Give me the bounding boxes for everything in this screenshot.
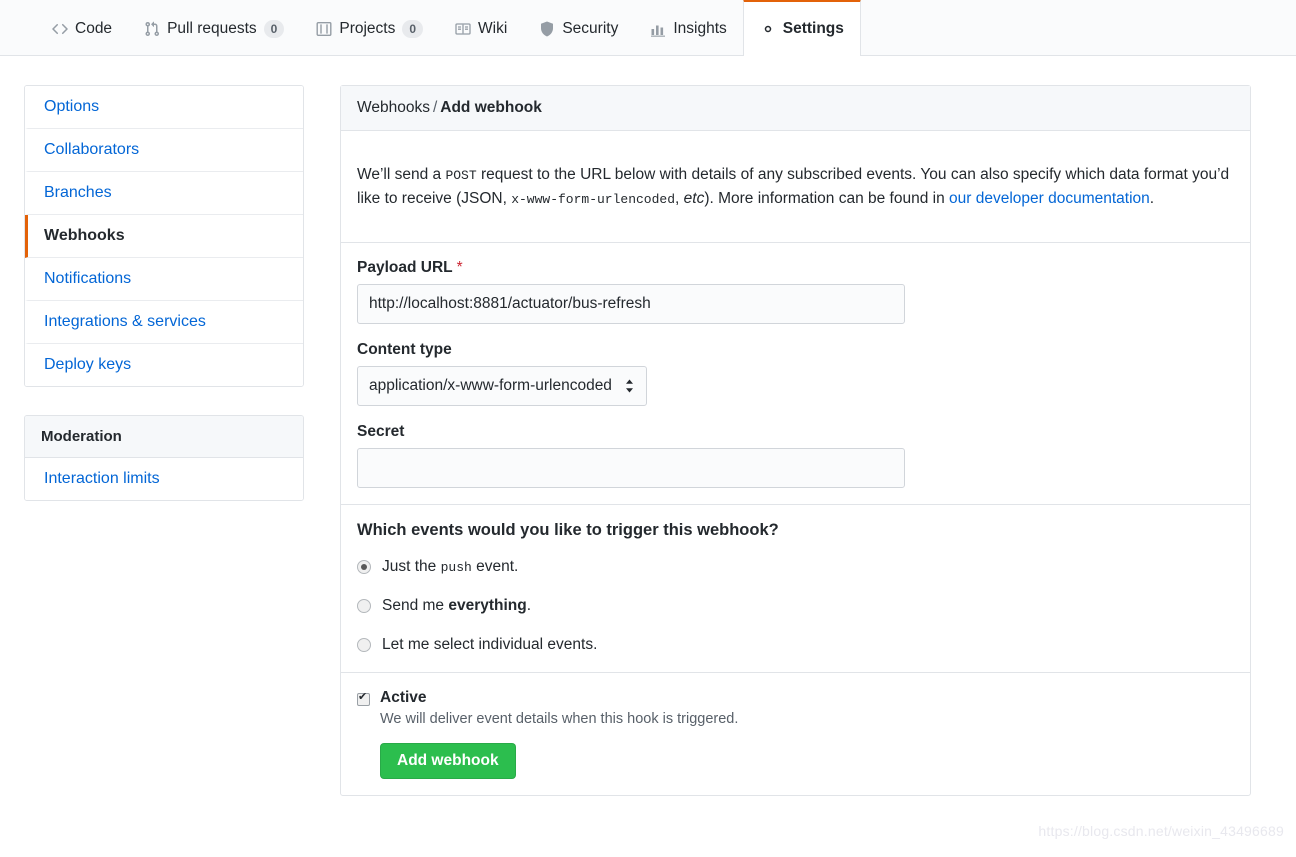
events-question: Which events would you like to trigger t… [357, 521, 779, 540]
sidebar-item-deploy-keys[interactable]: Deploy keys [25, 344, 303, 386]
book-icon [455, 21, 471, 37]
tab-security[interactable]: Security [523, 0, 634, 55]
content-type-selected-value: application/x-www-form-urlencoded [369, 377, 612, 395]
tab-code-label: Code [75, 19, 113, 37]
intro-code-post: POST [445, 167, 477, 183]
content-type-label: Content type [357, 341, 452, 359]
moderation-heading: Moderation [25, 416, 303, 458]
active-text-group: Active We will deliver event details whe… [380, 689, 739, 780]
radio-individual-events[interactable] [357, 638, 371, 653]
intro-part4: ). More information can be found in [704, 189, 950, 207]
tab-code[interactable]: Code [36, 0, 128, 55]
breadcrumb-separator: / [432, 99, 438, 116]
intro-part5: . [1149, 189, 1155, 207]
event-option-everything[interactable]: Send me everything. [357, 597, 1234, 615]
code-icon [52, 21, 68, 37]
tab-wiki[interactable]: Wiki [439, 0, 523, 55]
chevron-updown-icon [624, 378, 635, 394]
csdn-watermark: https://blog.csdn.net/weixin_43496689 [1038, 823, 1284, 839]
breadcrumb-current: Add webhook [440, 99, 542, 116]
shield-icon [539, 21, 555, 37]
sidebar-item-interaction-limits[interactable]: Interaction limits [25, 458, 303, 500]
sidebar-item-webhooks[interactable]: Webhooks [25, 215, 303, 258]
sidebar-item-options[interactable]: Options [25, 86, 303, 129]
radio-everything[interactable] [357, 599, 371, 614]
intro-text: We’ll send a POST request to the URL bel… [357, 163, 1234, 211]
content-type-select[interactable]: application/x-www-form-urlencoded [357, 366, 647, 407]
radio-just-push[interactable] [357, 560, 371, 575]
event-option-everything-label: Send me everything. [382, 597, 531, 615]
everything-prefix: Send me [382, 597, 449, 615]
secret-input[interactable] [357, 448, 905, 489]
event-option-individual[interactable]: Let me select individual events. [357, 636, 1234, 654]
add-webhook-box: Webhooks / Add webhook We’ll send a POST r… [340, 85, 1251, 797]
git-pull-request-icon [144, 21, 160, 37]
payload-url-label: Payload URL * [357, 259, 1234, 277]
tab-pull-requests-counter: 0 [263, 19, 285, 38]
sidebar-item-branches[interactable]: Branches [25, 172, 303, 215]
settings-menu-primary: Options Collaborators Branches Webhooks … [24, 85, 304, 387]
tab-projects[interactable]: Projects 0 [300, 0, 439, 55]
fields-row: Payload URL * Content type application/x… [341, 243, 1250, 506]
payload-url-input[interactable] [357, 284, 905, 325]
payload-url-required-marker: * [456, 259, 463, 277]
sidebar-item-integrations[interactable]: Integrations & services [25, 301, 303, 344]
sidebar-item-notifications[interactable]: Notifications [25, 258, 303, 301]
just-push-prefix: Just the [382, 558, 441, 576]
just-push-code: push [440, 560, 472, 576]
breadcrumb: Webhooks / Add webhook [341, 86, 1250, 131]
event-option-just-push-label: Just the push event. [382, 558, 518, 576]
tab-settings[interactable]: Settings [742, 0, 861, 56]
intro-part3: , [675, 189, 684, 207]
developer-documentation-link[interactable]: our developer documentation [949, 190, 1150, 207]
payload-url-label-text: Payload URL [357, 259, 453, 277]
active-checkbox[interactable] [357, 691, 370, 707]
events-row: Which events would you like to trigger t… [341, 505, 1250, 674]
webhook-form-panel: Webhooks / Add webhook We’ll send a POST r… [340, 85, 1251, 797]
intro-code-urlencoded: x-www-form-urlencoded [511, 191, 676, 207]
active-label: Active [380, 689, 427, 707]
active-checkbox-row[interactable]: Active We will deliver event details whe… [357, 689, 1234, 780]
secret-label: Secret [357, 423, 405, 441]
breadcrumb-webhooks-link[interactable]: Webhooks [357, 99, 430, 116]
everything-suffix: . [526, 597, 532, 615]
settings-menu-moderation: Moderation Interaction limits [24, 415, 304, 501]
event-option-individual-label: Let me select individual events. [382, 636, 598, 654]
event-option-just-push[interactable]: Just the push event. [357, 558, 1234, 576]
just-push-suffix: event. [471, 558, 519, 576]
tab-projects-label: Projects [339, 19, 396, 37]
tab-pull-requests-label: Pull requests [167, 19, 257, 37]
sidebar-item-collaborators[interactable]: Collaborators [25, 129, 303, 172]
intro-part1: We’ll send a [357, 165, 446, 183]
gear-icon [760, 21, 776, 37]
content-type-field-block: Content type application/x-www-form-urle… [357, 341, 1234, 407]
tab-insights[interactable]: Insights [634, 0, 742, 55]
graph-icon [650, 21, 666, 37]
settings-sidebar: Options Collaborators Branches Webhooks … [24, 85, 304, 501]
intro-row: We’ll send a POST request to the URL bel… [341, 131, 1250, 244]
repo-nav: Code Pull requests 0 Projects 0 Wiki Sec… [0, 0, 1296, 56]
active-row: Active We will deliver event details whe… [341, 673, 1250, 795]
project-board-icon [316, 21, 332, 37]
tab-settings-label: Settings [782, 20, 844, 37]
tab-wiki-label: Wiki [478, 19, 508, 37]
everything-strong: everything [448, 597, 527, 615]
active-description: We will deliver event details when this … [380, 711, 739, 728]
tab-pull-requests[interactable]: Pull requests 0 [128, 0, 300, 55]
tab-security-label: Security [562, 19, 619, 37]
payload-url-field-block: Payload URL * [357, 259, 1234, 325]
add-webhook-button[interactable]: Add webhook [380, 743, 516, 780]
tab-projects-counter: 0 [402, 19, 424, 38]
tab-insights-label: Insights [673, 19, 727, 37]
intro-em-etc: etc [683, 189, 705, 207]
secret-field-block: Secret [357, 423, 1234, 489]
